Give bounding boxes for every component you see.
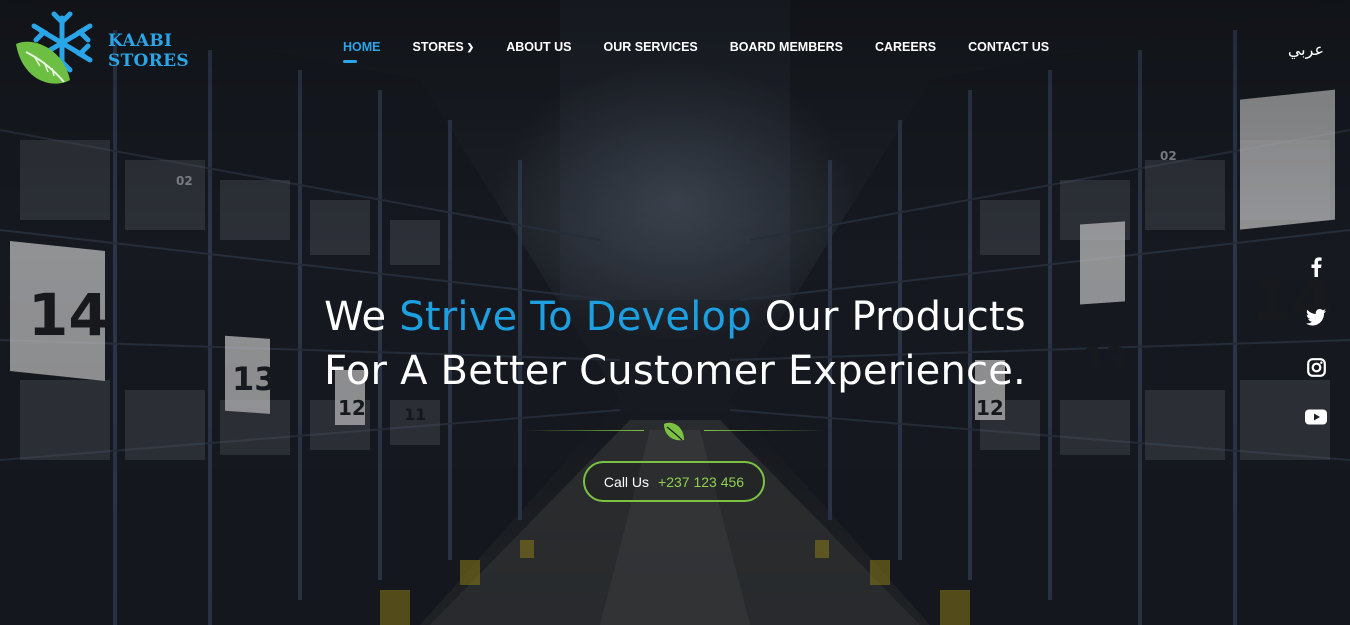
headline-word-we: We [324, 294, 387, 340]
nav-stores[interactable]: STORES ❯ [413, 40, 475, 54]
divider-line-right [704, 430, 824, 431]
nav-home[interactable]: HOME [343, 40, 381, 63]
site-header: KAABI STORES HOME STORES ❯ ABOUT US OUR S… [0, 0, 1350, 100]
nav-careers[interactable]: CAREERS [875, 40, 936, 54]
divider-line-left [524, 430, 644, 431]
headline-line-1: We Strive To Develop Our Products [324, 294, 1026, 340]
nav-board-members[interactable]: BOARD MEMBERS [730, 40, 843, 54]
language-toggle[interactable]: عربي [1288, 40, 1324, 59]
brand-logo[interactable]: KAABI STORES [14, 10, 254, 92]
hero-section: We Strive To Develop Our Products For A … [0, 290, 1350, 502]
nav-about-us[interactable]: ABOUT US [506, 40, 571, 54]
headline-line-2: For A Better Customer Experience. [324, 348, 1026, 394]
facebook-icon[interactable] [1304, 255, 1328, 279]
phone-number: +237 123 456 [658, 473, 745, 490]
nav-contact-us[interactable]: CONTACT US [968, 40, 1049, 54]
call-us-label: Call Us [603, 473, 650, 490]
headline-our-products: Our Products [764, 294, 1026, 340]
main-nav: HOME STORES ❯ ABOUT US OUR SERVICES BOARD… [343, 40, 1081, 63]
nav-our-services[interactable]: OUR SERVICES [604, 40, 698, 54]
leaf-divider [0, 420, 1350, 442]
leaf-icon [664, 422, 684, 441]
hero-headline: We Strive To Develop Our Products For A … [0, 290, 1350, 398]
nav-stores-label: STORES [412, 40, 464, 54]
chevron-down-icon: ❯ [466, 42, 475, 52]
snowflake-leaf-logo-icon [16, 11, 93, 84]
call-us-button[interactable]: Call Us +237 123 456 [583, 461, 765, 502]
brand-name: KAABI STORES [108, 31, 189, 71]
headline-accent: Strive To Develop [399, 294, 752, 340]
